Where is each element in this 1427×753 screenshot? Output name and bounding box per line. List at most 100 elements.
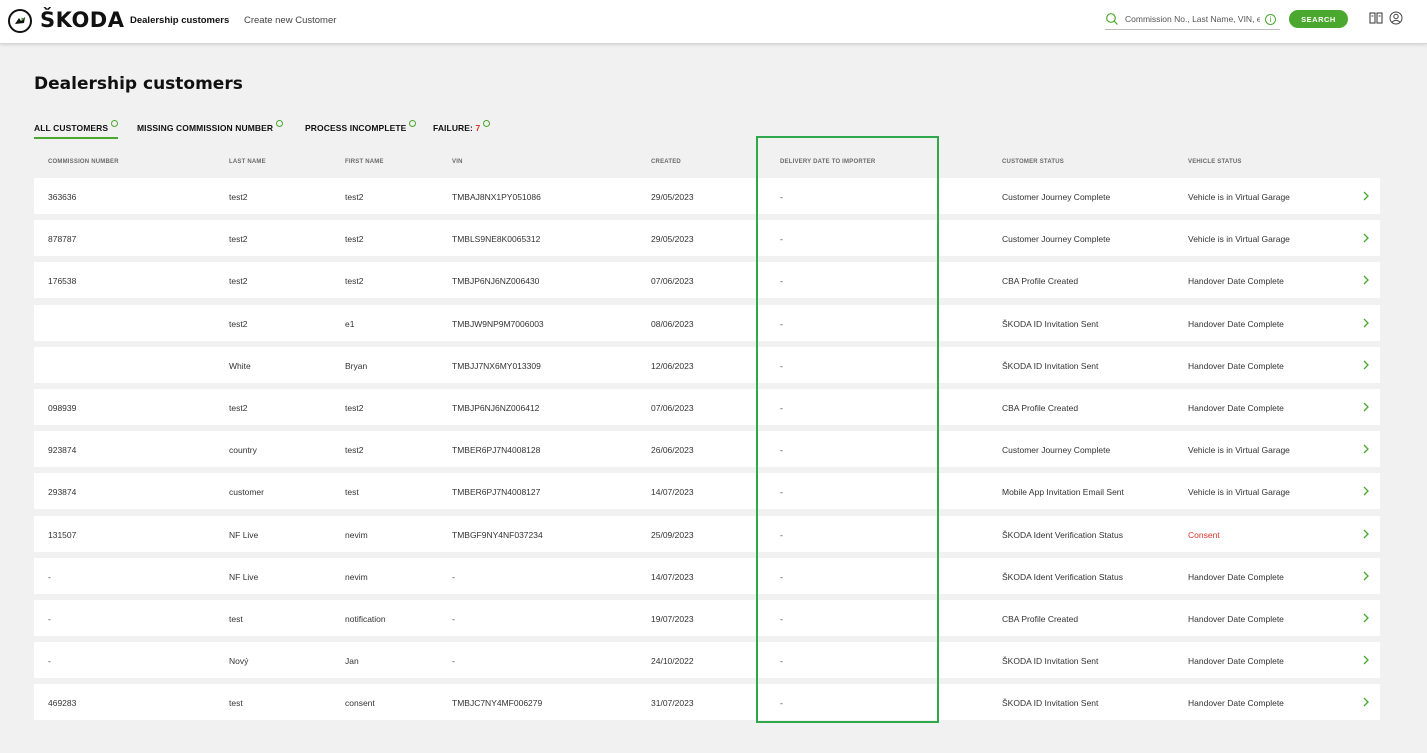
cell-first-name: test2 xyxy=(345,234,364,244)
cell-first-name: test2 xyxy=(345,192,364,202)
cell-vehicle-status: Handover Date Complete xyxy=(1188,361,1284,371)
nav-dealership-customers[interactable]: Dealership customers xyxy=(130,15,229,26)
cell-first-name: test xyxy=(345,487,359,497)
cell-delivery-date: - xyxy=(780,530,783,540)
chevron-right-icon[interactable] xyxy=(1362,190,1370,202)
chevron-right-icon[interactable] xyxy=(1362,274,1370,286)
column-header-created[interactable]: CREATED xyxy=(651,159,681,165)
cell-customer-status: Customer Journey Complete xyxy=(1002,192,1111,202)
cell-last-name: test xyxy=(229,698,243,708)
chevron-right-icon[interactable] xyxy=(1362,654,1370,666)
cell-customer-status: ŠKODA Ident Verification Status xyxy=(1002,572,1123,582)
chevron-right-icon[interactable] xyxy=(1362,359,1370,371)
chevron-right-icon[interactable] xyxy=(1362,401,1370,413)
column-header-commission-number[interactable]: COMMISSION NUMBER xyxy=(48,159,119,165)
chevron-right-icon[interactable] xyxy=(1362,528,1370,540)
table-row[interactable]: 176538 test2 test2 TMBJP6NJ6NZ006430 07/06/2… xyxy=(34,262,1380,298)
table-row[interactable]: 363636 test2 test2 TMBAJ8NX1PY051086 29/05/2… xyxy=(34,178,1380,214)
cell-first-name: nevim xyxy=(345,572,368,582)
cell-delivery-date: - xyxy=(780,656,783,666)
table-row[interactable]: - test notification - 19/07/2023 - CBA Profile… xyxy=(34,600,1380,636)
info-dot-icon xyxy=(483,120,491,127)
cell-vehicle-status: Vehicle is in Virtual Garage xyxy=(1188,445,1290,455)
cell-delivery-date: - xyxy=(780,572,783,582)
cell-last-name: test2 xyxy=(229,276,248,286)
info-dot-icon xyxy=(111,120,119,127)
tab-label: MISSING COMMISSION NUMBER xyxy=(137,123,274,133)
table-row[interactable]: - NF Live nevim - 14/07/2023 - ŠKODA Ident Ver… xyxy=(34,558,1380,594)
cell-commission-number: 469283 xyxy=(48,698,77,708)
cell-vehicle-status: Handover Date Complete xyxy=(1188,614,1284,624)
cell-customer-status: CBA Profile Created xyxy=(1002,403,1079,413)
chevron-right-icon[interactable] xyxy=(1362,612,1370,624)
tab-label: ALL CUSTOMERS xyxy=(34,123,109,133)
column-header-customer-status[interactable]: CUSTOMER STATUS xyxy=(1002,159,1064,165)
cell-delivery-date: - xyxy=(780,234,783,244)
cell-vehicle-status: Vehicle is in Virtual Garage xyxy=(1188,192,1290,202)
table-row[interactable]: 098939 test2 test2 TMBJP6NJ6NZ006412 07/06/2… xyxy=(34,389,1380,425)
cell-customer-status: Customer Journey Complete xyxy=(1002,234,1111,244)
table-row[interactable]: test2 e1 TMBJW9NP9M7006003 08/06/2023 - ŠKODA… xyxy=(34,305,1380,341)
chevron-right-icon[interactable] xyxy=(1362,232,1370,244)
table-row[interactable]: White Bryan TMBJJ7NX6MY013309 12/06/2023 - ŠK… xyxy=(34,347,1380,383)
cell-delivery-date: - xyxy=(780,276,783,286)
cell-vehicle-status: Handover Date Complete xyxy=(1188,698,1284,708)
tab-failure[interactable]: FAILURE: 7 xyxy=(433,120,491,133)
chevron-right-icon[interactable] xyxy=(1362,570,1370,582)
cell-vehicle-status: Handover Date Complete xyxy=(1188,572,1284,582)
cell-delivery-date: - xyxy=(780,614,783,624)
table-row[interactable]: 469283 test consent TMBJC7NY4MF006279 31/07/… xyxy=(34,684,1380,720)
column-header-vin[interactable]: VIN xyxy=(452,159,463,165)
nav-create-customer[interactable]: Create new Customer xyxy=(244,15,336,26)
page-title: Dealership customers xyxy=(34,74,243,94)
info-icon[interactable]: i xyxy=(1265,14,1276,25)
search-input[interactable] xyxy=(1125,11,1260,27)
chevron-right-icon[interactable] xyxy=(1362,696,1370,708)
cell-customer-status: ŠKODA Ident Verification Status xyxy=(1002,530,1123,540)
search-button[interactable]: SEARCH xyxy=(1289,10,1348,28)
column-header-delivery-date[interactable]: DELIVERY DATE TO IMPORTER xyxy=(780,159,875,165)
table-row[interactable]: 923874 country test2 TMBER6PJ7N4008128 26/06… xyxy=(34,431,1380,467)
search-box: i xyxy=(1105,10,1280,30)
tab-all-customers[interactable]: ALL CUSTOMERS xyxy=(34,120,119,139)
cell-vehicle-status: Handover Date Complete xyxy=(1188,276,1284,286)
cell-commission-number: 098939 xyxy=(48,403,77,413)
column-header-last-name[interactable]: LAST NAME xyxy=(229,159,266,165)
column-header-first-name[interactable]: FIRST NAME xyxy=(345,159,384,165)
chevron-right-icon[interactable] xyxy=(1362,317,1370,329)
chevron-right-icon[interactable] xyxy=(1362,485,1370,497)
cell-vin: TMBJW9NP9M7006003 xyxy=(452,319,544,329)
cell-vin: TMBAJ8NX1PY051086 xyxy=(452,192,541,202)
user-icon[interactable] xyxy=(1389,11,1403,25)
cell-last-name: test2 xyxy=(229,403,248,413)
table-row[interactable]: 131507 NF Live nevim TMBGF9NY4NF037234 25/09… xyxy=(34,516,1380,552)
cell-commission-number: - xyxy=(48,614,51,624)
cell-vehicle-status: Handover Date Complete xyxy=(1188,403,1284,413)
cell-commission-number: 131507 xyxy=(48,530,77,540)
cell-delivery-date: - xyxy=(780,445,783,455)
table-row[interactable]: 293874 customer test TMBER6PJ7N4008127 14/07… xyxy=(34,473,1380,509)
cell-vin: TMBJC7NY4MF006279 xyxy=(452,698,543,708)
cell-created: 31/07/2023 xyxy=(651,698,694,708)
cell-last-name: customer xyxy=(229,487,264,497)
table-row[interactable]: 878787 test2 test2 TMBLS9NE8K0065312 29/05/2… xyxy=(34,220,1380,256)
chevron-right-icon[interactable] xyxy=(1362,443,1370,455)
cell-delivery-date: - xyxy=(780,319,783,329)
cell-delivery-date: - xyxy=(780,698,783,708)
tab-missing-commission-number[interactable]: MISSING COMMISSION NUMBER xyxy=(137,120,284,133)
cell-created: 07/06/2023 xyxy=(651,403,694,413)
column-header-vehicle-status[interactable]: VEHICLE STATUS xyxy=(1188,159,1242,165)
cell-vin: TMBER6PJ7N4008127 xyxy=(452,487,541,497)
cell-last-name: test2 xyxy=(229,234,248,244)
brand-wordmark[interactable]: ŠKODA xyxy=(40,8,125,32)
cell-created: 14/07/2023 xyxy=(651,572,694,582)
book-icon[interactable] xyxy=(1369,12,1383,24)
table-row[interactable]: - Nový Jan - 24/10/2022 - ŠKODA ID Invitation … xyxy=(34,642,1380,678)
tab-process-incomplete[interactable]: PROCESS INCOMPLETE xyxy=(305,120,417,133)
cell-last-name: Nový xyxy=(229,656,249,666)
cell-vin: - xyxy=(452,572,455,582)
cell-vin: TMBLS9NE8K0065312 xyxy=(452,234,541,244)
tab-label: PROCESS INCOMPLETE xyxy=(305,123,407,133)
cell-vin: - xyxy=(452,614,455,624)
skoda-logo-icon[interactable] xyxy=(8,9,32,33)
